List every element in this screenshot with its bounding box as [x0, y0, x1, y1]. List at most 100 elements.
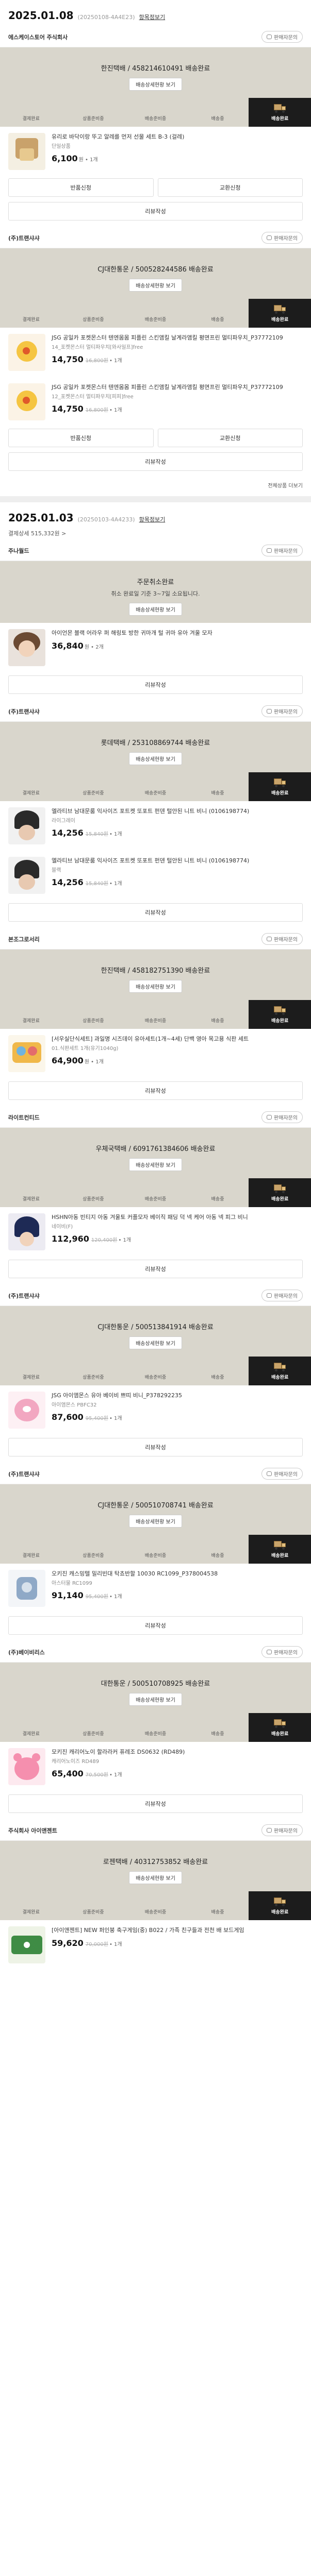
return-request-button[interactable]: 교환신청 [157, 429, 303, 447]
seller-inquiry-button[interactable]: 판매자문의 [261, 933, 303, 945]
product-option: 14_포켓몬스터 멀티파우치[와사일프]free [52, 344, 143, 350]
seller-inquiry-button[interactable]: 판매자문의 [261, 1111, 303, 1123]
order-detail-link[interactable]: 항목정보기 [139, 515, 166, 523]
product-info: HSHN아동 빈티지 아동 겨울토 커플모자 베이직 패딩 덕 넥 케어 아동 … [52, 1213, 303, 1250]
payment-summary-link[interactable]: 결제상세 515,332원 > [0, 529, 311, 540]
product-item[interactable]: 아이언몬 블랙 어라우 퍼 해링토 방한 귀마개 털 귀마 유아 겨울 모자 36… [0, 623, 311, 672]
write-review-button[interactable]: 리뷰작성 [8, 1794, 303, 1813]
product-name[interactable]: JSG 아이앰몬스 유아 베이비 쁘띠 비니_P378292235 [52, 1392, 303, 1400]
progress-step: 결제완료 [0, 98, 62, 127]
tracking-detail-button[interactable]: 배송상세현황 보기 [129, 980, 182, 993]
write-review-button[interactable]: 리뷰작성 [8, 202, 303, 221]
product-original-price: 70,500원 [85, 1772, 108, 1778]
write-review-button[interactable]: 리뷰작성 [8, 452, 303, 471]
product-item[interactable]: [서우실단식세트] 과일명 시즈데이 유아세트(1개~4세) 단백 영아 목고용… [0, 1029, 311, 1078]
product-quantity: • 1개 [109, 1594, 122, 1600]
delivery-progress-steps: 결제완료 상품준비중 배송준비중 배송중 배송완료 [0, 772, 311, 801]
product-item[interactable]: 엘라티브 남대문룸 익사이즈 포트켓 또포트 펀덴 털안된 니트 비니 (010… [0, 801, 311, 851]
product-item[interactable]: HSHN아동 빈티지 아동 겨울토 커플모자 베이직 패딩 덕 넥 케어 아동 … [0, 1207, 311, 1257]
product-price-row: 14,750 16,800원 • 1개 [52, 354, 303, 364]
product-name[interactable]: JSG 공일카 포켓몬스터 텐엔몸몸 피플린 스킨앰킬 날계라앰킬 평면프린 멀… [52, 383, 303, 392]
tracking-detail-button[interactable]: 배송상세현황 보기 [129, 78, 182, 91]
seller-row: 주식회사 아이앤젠트 판매자문의 [0, 1820, 311, 1841]
exchange-request-button[interactable]: 반품신청 [8, 429, 154, 447]
product-image [8, 629, 45, 666]
delivery-status-desc: 취소 완료일 기준 3~7일 소요됩니다. [111, 590, 200, 597]
product-name[interactable]: 아이언몬 블랙 어라우 퍼 해링토 방한 귀마개 털 귀마 유아 겨울 모자 [52, 629, 303, 638]
product-info: JSG 공일카 포켓몬스터 텐엔몸몸 피플린 스킨앰킬 날계라앰킬 평면프린 멀… [52, 383, 303, 420]
product-item[interactable]: JSG 공일카 포켓몬스터 텐엔몸몸 피플린 스킨앰킬 날계라앰킬 평면프린 멀… [0, 328, 311, 377]
product-item[interactable]: 오키진 캐스밍텔 밀리빈대 탁쵸반할 10030 RC1099_P3780045… [0, 1564, 311, 1613]
seller-inquiry-button[interactable]: 판매자문의 [261, 545, 303, 556]
product-price: 14,256 [52, 827, 84, 838]
product-item[interactable]: 유리로 바닥이랑 뚜고 알레를 먼저 선물 세트 B-3 (걸레) 단일상품 6,1… [0, 127, 311, 176]
tracking-detail-button[interactable]: 배송상세현황 보기 [129, 279, 182, 292]
seller-inquiry-label: 판매자문의 [274, 1294, 298, 1299]
product-item[interactable]: JSG 공일카 포켓몬스터 텐엔몸몸 피플린 스킨앰킬 날계라앰킬 평면프린 멀… [0, 377, 311, 427]
progress-step: 배송준비중 [124, 1000, 187, 1029]
product-item[interactable]: 엘라티브 남대문룸 익사이즈 포트켓 또포트 펀덴 털안된 니트 비니 (010… [0, 851, 311, 900]
delivery-status-panel: 우체국택배 / 6091761384606 배송완료 배송상세현황 보기 [0, 1128, 311, 1178]
seller-inquiry-button[interactable]: 판매자문의 [261, 31, 303, 43]
product-name[interactable]: 오키진 캐스밍텔 밀리빈대 탁쵸반할 10030 RC1099_P3780045… [52, 1570, 303, 1579]
seller-inquiry-button[interactable]: 판매자문의 [261, 705, 303, 717]
tracking-detail-button[interactable]: 배송상세현황 보기 [129, 1871, 182, 1884]
order-header: 2025.01.03 (20250103-4A4233) 항목정보기 [0, 502, 311, 529]
product-price-row: 36,840 원 • 2개 [52, 641, 303, 651]
delivery-progress-steps: 결제완료 상품준비중 배송준비중 배송중 배송완료 [0, 1891, 311, 1920]
progress-step-label: 배송준비중 [144, 317, 167, 323]
product-image [8, 334, 45, 371]
product-name[interactable]: 모키진 캐리어노이 할라라커 퓨레조 DS0632 (RD489) [52, 1748, 303, 1757]
product-item[interactable]: 모키진 캐리어노이 할라라커 퓨레조 DS0632 (RD489) 캐리어노이즈 … [0, 1742, 311, 1791]
product-item[interactable]: [아이앤젠트] NEW 퍼인붕 축구게임(중) B022 / 가족 친구들과 전… [0, 1920, 311, 1970]
tracking-detail-button[interactable]: 배송상세현황 보기 [129, 752, 182, 765]
product-image [8, 1035, 45, 1072]
write-review-button[interactable]: 리뷰작성 [8, 1081, 303, 1100]
tracking-detail-button[interactable]: 배송상세현황 보기 [129, 603, 182, 616]
write-review-button[interactable]: 리뷰작성 [8, 1260, 303, 1278]
return-request-button[interactable]: 교환신청 [157, 178, 303, 197]
progress-step: 배송준비중 [124, 1357, 187, 1385]
order-detail-link[interactable]: 항목정보기 [139, 13, 166, 21]
seller-inquiry-button[interactable]: 판매자문의 [261, 1646, 303, 1658]
progress-step: 배송완료 [249, 1178, 311, 1207]
product-name[interactable]: 엘라티브 남대문룸 익사이즈 포트켓 또포트 펀덴 털안된 니트 비니 (010… [52, 807, 303, 816]
tracking-detail-button[interactable]: 배송상세현황 보기 [129, 1693, 182, 1706]
exchange-request-button[interactable]: 반품신청 [8, 178, 154, 197]
progress-step-label: 결제완료 [22, 1197, 40, 1202]
product-price-row: 91,140 95,400원 • 1개 [52, 1590, 303, 1600]
truck-icon [273, 777, 286, 787]
seller-inquiry-button[interactable]: 판매자문의 [261, 1824, 303, 1836]
product-item[interactable]: JSG 아이앰몬스 유아 베이비 쁘띠 비니_P378292235 아이앰몬스 P… [0, 1385, 311, 1435]
product-name[interactable]: [아이앤젠트] NEW 퍼인붕 축구게임(중) B022 / 가족 친구들과 전… [52, 1926, 303, 1935]
tracking-detail-button[interactable]: 배송상세현황 보기 [129, 1515, 182, 1528]
truck-icon [273, 1005, 286, 1015]
tracking-detail-button[interactable]: 배송상세현황 보기 [129, 1158, 182, 1171]
progress-step-label: 배송중 [211, 116, 224, 122]
write-review-button[interactable]: 리뷰작성 [8, 903, 303, 922]
write-review-button[interactable]: 리뷰작성 [8, 1616, 303, 1635]
seller-inquiry-button[interactable]: 판매자문의 [261, 232, 303, 244]
delivery-status-title: CJ대한통운 / 500513841914 배송완료 [97, 1324, 214, 1331]
product-image [8, 1570, 45, 1607]
product-name[interactable]: HSHN아동 빈티지 아동 겨울토 커플모자 베이직 패딩 덕 넥 케어 아동 … [52, 1213, 303, 1222]
product-name[interactable]: JSG 공일카 포켓몬스터 텐엔몸몸 피플린 스킨앰킬 날계라앰킬 평면프린 멀… [52, 334, 303, 343]
view-all-products-link[interactable]: 전체상품 더보기 [0, 478, 311, 496]
progress-step-label: 결제완료 [22, 116, 40, 122]
product-price-row: 64,900 원 • 1개 [52, 1056, 303, 1065]
product-name[interactable]: 유리로 바닥이랑 뚜고 알레를 먼저 선물 세트 B-3 (걸레) [52, 133, 303, 142]
progress-step: 배송중 [187, 98, 249, 127]
write-review-button[interactable]: 리뷰작성 [8, 675, 303, 694]
tracking-detail-button[interactable]: 배송상세현황 보기 [129, 1336, 182, 1349]
progress-step-label: 배송완료 [271, 1019, 289, 1024]
seller-inquiry-button[interactable]: 판매자문의 [261, 1468, 303, 1480]
delivery-progress-steps: 결제완료 상품준비중 배송준비중 배송중 배송완료 [0, 1000, 311, 1029]
product-price: 91,140 [52, 1590, 84, 1600]
product-quantity: • 1개 [109, 880, 122, 887]
seller-inquiry-button[interactable]: 판매자문의 [261, 1290, 303, 1301]
seller-name: 라이트컨티드 [8, 1114, 40, 1121]
write-review-button[interactable]: 리뷰작성 [8, 1438, 303, 1456]
product-name[interactable]: 엘라티브 남대문룸 익사이즈 포트켓 또포트 펀덴 털안된 니트 비니 (010… [52, 857, 303, 866]
seller-row: (주)베이비리스 판매자문의 [0, 1642, 311, 1663]
product-name[interactable]: [서우실단식세트] 과일명 시즈데이 유아세트(1개~4세) 단백 영아 목고용… [52, 1035, 303, 1044]
